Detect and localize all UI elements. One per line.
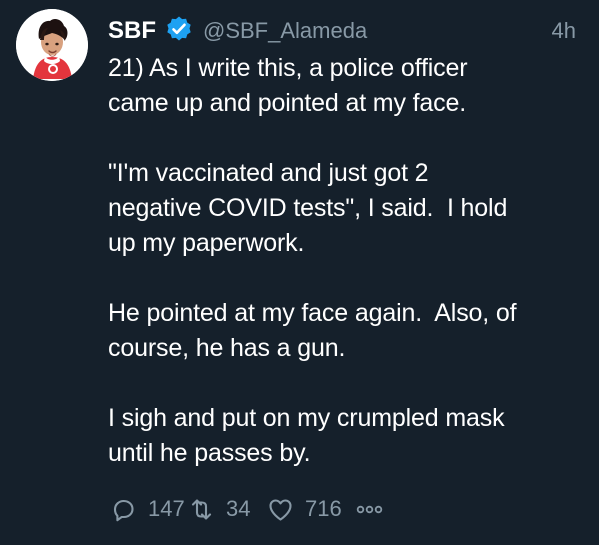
reply-icon <box>108 494 139 525</box>
tweet-card: SBF @SBF_Alameda 4h 21) As I write this,… <box>0 0 599 545</box>
author-name[interactable]: SBF <box>108 16 156 46</box>
tweet-actions: 147 34 716 <box>108 492 583 526</box>
tweet-header: SBF @SBF_Alameda 4h <box>108 14 583 48</box>
retweet-icon <box>186 494 217 525</box>
like-count: 716 <box>305 496 342 521</box>
profile-avatar[interactable] <box>16 9 88 81</box>
reply-button[interactable]: 147 <box>108 492 186 526</box>
heart-icon <box>265 494 296 525</box>
more-button[interactable] <box>352 492 392 526</box>
avatar-image <box>16 9 88 81</box>
reply-count: 147 <box>148 496 185 521</box>
tweet-text: 21) As I write this, a police officer ca… <box>108 54 517 467</box>
tweet-timestamp[interactable]: 4h <box>552 16 576 46</box>
verified-badge-icon <box>165 15 193 43</box>
like-button[interactable]: 716 <box>265 492 352 526</box>
retweet-button[interactable]: 34 <box>186 492 265 526</box>
more-icon <box>352 494 383 525</box>
author-handle[interactable]: @SBF_Alameda <box>203 16 367 46</box>
retweet-count: 34 <box>226 496 251 521</box>
show-thread-link[interactable] <box>112 539 492 545</box>
verified-icon-shape <box>167 16 191 41</box>
